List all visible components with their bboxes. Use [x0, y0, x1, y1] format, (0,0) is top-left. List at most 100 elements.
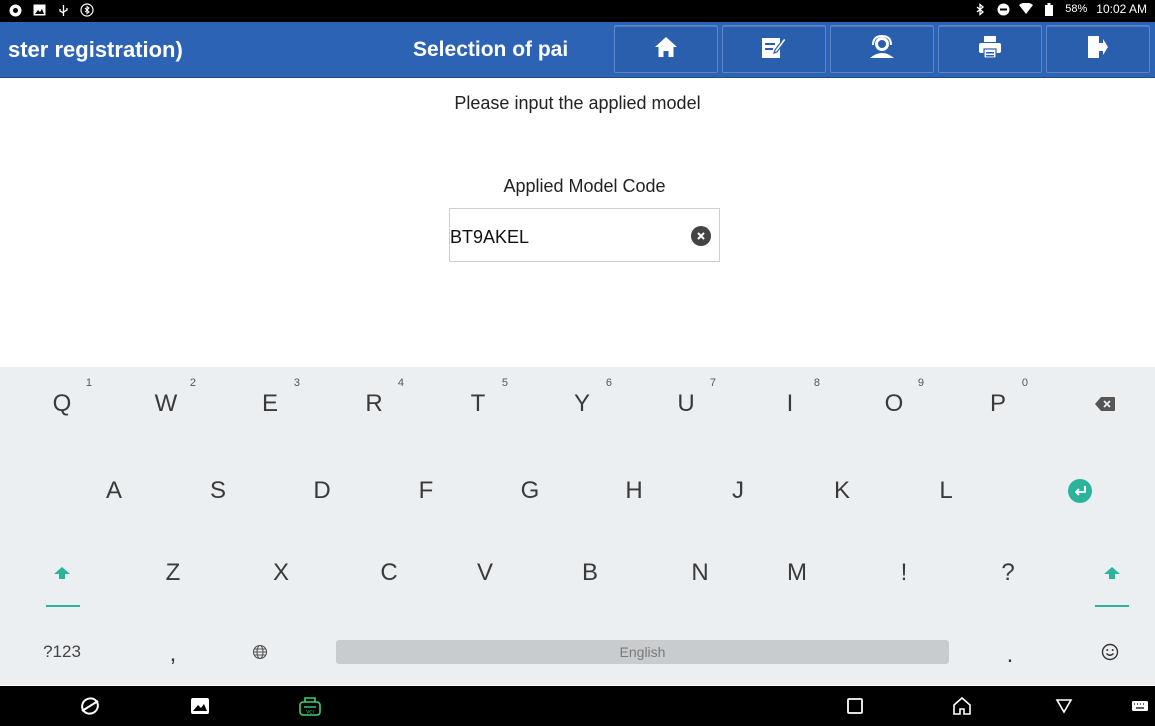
backspace-key[interactable] [1070, 375, 1140, 433]
edit-button[interactable] [722, 25, 826, 73]
key-p[interactable]: P0 [958, 375, 1038, 433]
key-z[interactable]: Z [133, 543, 213, 603]
usb-icon [56, 3, 70, 17]
key-hint: 9 [917, 377, 924, 389]
key-j[interactable]: J [698, 461, 778, 521]
keyboard-switch-button[interactable] [1128, 694, 1152, 718]
status-left-icons [8, 3, 94, 17]
key-q[interactable]: Q1 [22, 375, 102, 433]
key-y[interactable]: Y6 [542, 375, 622, 433]
enter-key[interactable] [1040, 461, 1120, 521]
shift-indicator-left [46, 605, 80, 607]
status-bar: 58% 10:02 AM [0, 0, 1155, 22]
key-label: T [470, 390, 486, 417]
key-e[interactable]: E3 [230, 375, 310, 433]
key-k[interactable]: K [802, 461, 882, 521]
key-hint: 0 [1021, 377, 1028, 389]
key-u[interactable]: U7 [646, 375, 726, 433]
key-comma[interactable]: , [133, 629, 213, 679]
spacebar-label: English [619, 644, 666, 660]
shift-key-right[interactable] [1072, 543, 1152, 603]
status-right-icons: 58% 10:02 AM [973, 2, 1147, 16]
key-label: Y [573, 390, 590, 417]
globe-icon [252, 644, 268, 660]
key-c[interactable]: C [349, 543, 429, 603]
key-x[interactable]: X [241, 543, 321, 603]
key-i[interactable]: I8 [750, 375, 830, 433]
key-period[interactable]: . [970, 629, 1050, 681]
key-hint: 6 [605, 377, 612, 389]
browser-button[interactable] [78, 694, 102, 718]
gallery-button[interactable] [188, 694, 212, 718]
key-l[interactable]: L [906, 461, 986, 521]
key-g[interactable]: G [490, 461, 570, 521]
home-nav-button[interactable] [950, 694, 974, 718]
key-hint: 8 [813, 377, 820, 389]
instruction-text: Please input the applied model [454, 93, 701, 113]
support-button[interactable] [830, 25, 934, 73]
key-question[interactable]: ? [968, 543, 1048, 603]
key-m[interactable]: M [757, 543, 837, 603]
bluetooth-icon [80, 3, 94, 17]
applied-model-code-value: BT9AKEL [450, 227, 530, 247]
edit-icon [761, 35, 787, 64]
print-icon [978, 35, 1002, 64]
back-icon [1055, 699, 1073, 714]
key-hint: 1 [85, 377, 92, 389]
key-h[interactable]: H [594, 461, 674, 521]
key-s[interactable]: S [178, 461, 258, 521]
language-key[interactable] [230, 629, 290, 675]
back-button[interactable] [1052, 694, 1076, 718]
key-exclamation[interactable]: ! [864, 543, 944, 603]
key-hint: 2 [189, 377, 196, 389]
key-label: O [884, 390, 904, 417]
page-title: Selection of pai [413, 38, 569, 61]
key-label: I [786, 390, 794, 417]
key-t[interactable]: T5 [438, 375, 518, 433]
key-v[interactable]: V [445, 543, 525, 603]
print-button[interactable] [938, 25, 1042, 73]
key-label: R [365, 390, 383, 417]
shift-icon [1104, 567, 1120, 579]
key-b[interactable]: B [550, 543, 630, 603]
key-a[interactable]: A [74, 461, 154, 521]
key-w[interactable]: W2 [126, 375, 206, 433]
key-n[interactable]: N [660, 543, 740, 603]
gallery-icon [32, 3, 46, 17]
symbols-key[interactable]: ?123 [22, 629, 102, 675]
shift-key-left[interactable] [22, 543, 102, 603]
keyboard-icon [1132, 701, 1148, 711]
clock: 10:02 AM [1096, 2, 1147, 16]
exit-icon [1087, 35, 1109, 64]
key-f[interactable]: F [386, 461, 466, 521]
vci-button[interactable]: VCI [298, 694, 322, 718]
do-not-disturb-icon [996, 2, 1010, 16]
key-label: Q [52, 390, 72, 417]
enter-icon [1068, 479, 1092, 503]
system-nav-bar: VCI [0, 686, 1155, 726]
key-r[interactable]: R4 [334, 375, 414, 433]
breadcrumb-title: ster registration) [8, 37, 183, 62]
home-button[interactable] [614, 25, 718, 73]
applied-model-code-input[interactable]: BT9AKEL [449, 208, 720, 262]
emoji-key[interactable] [1075, 629, 1145, 675]
exit-button[interactable] [1046, 25, 1150, 73]
key-hint: 5 [501, 377, 508, 389]
applied-model-code-label: Applied Model Code [503, 176, 666, 196]
emoji-icon [1101, 643, 1119, 661]
spacebar[interactable]: English [336, 640, 949, 664]
key-d[interactable]: D [282, 461, 362, 521]
key-label: W [154, 390, 178, 417]
key-o[interactable]: O9 [854, 375, 934, 433]
recents-button[interactable] [843, 694, 867, 718]
home-icon [654, 36, 678, 63]
battery-icon [1042, 2, 1056, 16]
shift-icon [54, 567, 70, 579]
backspace-icon [1095, 397, 1115, 411]
wifi-icon [1019, 2, 1034, 16]
home-icon [953, 696, 971, 715]
key-hint: 7 [709, 377, 716, 389]
support-icon [868, 34, 896, 64]
clear-input-button[interactable] [691, 226, 711, 246]
svg-text:VCI: VCI [306, 710, 314, 716]
